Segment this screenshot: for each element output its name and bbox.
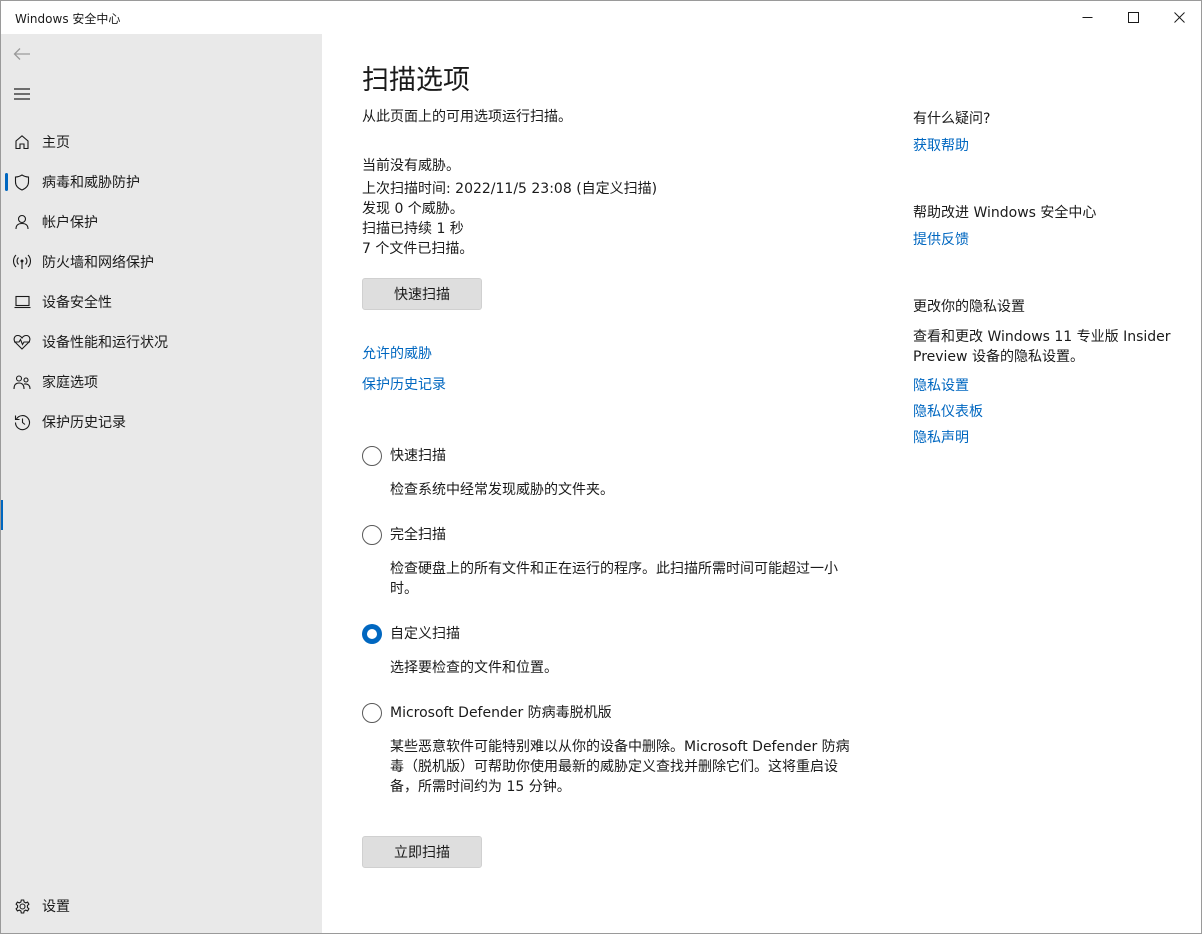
files-scanned-text: 7 个文件已扫描。 — [362, 241, 474, 257]
scan-status: 当前没有威胁。 上次扫描时间: 2022/11/5 23:08 (自定义扫描) … — [362, 156, 657, 259]
home-icon — [13, 133, 31, 151]
heart-pulse-icon — [13, 333, 31, 351]
sidebar-item-label: 帐户保护 — [42, 215, 98, 231]
scan-duration-text: 扫描已持续 1 秒 — [362, 221, 464, 237]
sidebar-item-account-protection[interactable]: 帐户保护 — [1, 202, 322, 242]
option-description: 检查系统中经常发现威胁的文件夹。 — [390, 482, 614, 498]
history-icon — [13, 413, 31, 431]
sidebar-item-firewall[interactable]: 防火墙和网络保护 — [1, 242, 322, 282]
back-arrow-icon — [13, 48, 30, 60]
close-button[interactable] — [1156, 1, 1202, 34]
quick-scan-button[interactable]: 快速扫描 — [362, 278, 482, 310]
laptop-icon — [13, 293, 31, 311]
hamburger-icon — [14, 88, 30, 100]
gear-icon — [13, 897, 31, 915]
allowed-threats-link[interactable]: 允许的威胁 — [362, 343, 432, 363]
right-panel: 有什么疑问? 获取帮助 帮助改进 Windows 安全中心 提供反馈 更改你的隐… — [913, 34, 1193, 933]
option-description: 某些恶意软件可能特别难以从你的设备中删除。Microsoft Defender … — [390, 739, 850, 795]
sidebar-item-family-options[interactable]: 家庭选项 — [1, 362, 322, 402]
radio-button[interactable] — [362, 446, 382, 466]
wireless-icon — [13, 253, 31, 271]
protection-history-link[interactable]: 保护历史记录 — [362, 374, 446, 394]
option-title: 快速扫描 — [390, 448, 446, 464]
family-icon — [13, 373, 31, 391]
maximize-icon — [1127, 12, 1139, 23]
no-threats-text: 当前没有威胁。 — [362, 158, 460, 174]
sidebar-item-home[interactable]: 主页 — [1, 122, 322, 162]
privacy-dashboard-link[interactable]: 隐私仪表板 — [913, 401, 983, 421]
sidebar-item-label: 病毒和威胁防护 — [42, 175, 140, 191]
radio-button-selected[interactable] — [362, 624, 382, 644]
minimize-button[interactable] — [1064, 1, 1110, 34]
back-button[interactable] — [9, 42, 35, 66]
window-title: Windows 安全中心 — [15, 12, 121, 26]
sidebar-item-protection-history[interactable]: 保护历史记录 — [1, 402, 322, 442]
page-subtitle: 从此页面上的可用选项运行扫描。 — [362, 109, 572, 125]
settings-label: 设置 — [42, 899, 70, 915]
sidebar-item-label: 主页 — [42, 135, 70, 151]
feedback-link[interactable]: 提供反馈 — [913, 229, 969, 249]
privacy-description: 查看和更改 Windows 11 专业版 Insider Preview 设备的… — [913, 329, 1171, 365]
page-title: 扫描选项 — [362, 65, 470, 96]
radio-button[interactable] — [362, 703, 382, 723]
sidebar-item-settings[interactable]: 设置 — [1, 886, 322, 926]
sidebar-item-label: 防火墙和网络保护 — [42, 255, 154, 271]
option-title: Microsoft Defender 防病毒脱机版 — [390, 705, 612, 721]
get-help-link[interactable]: 获取帮助 — [913, 135, 969, 155]
sidebar-item-label: 设备性能和运行状况 — [42, 335, 168, 351]
privacy-heading: 更改你的隐私设置 — [913, 299, 1025, 315]
option-description: 选择要检查的文件和位置。 — [390, 660, 558, 676]
person-icon — [13, 213, 31, 231]
app-window: Windows 安全中心 主页 病毒和威胁防护 帐户保护 防火墙和网络保护 设备… — [0, 0, 1202, 934]
sidebar-item-virus-protection[interactable]: 病毒和威胁防护 — [1, 162, 322, 202]
sidebar-nav: 主页 病毒和威胁防护 帐户保护 防火墙和网络保护 设备安全性 设备性能和运行状况 — [1, 122, 322, 442]
main-content: 扫描选项 从此页面上的可用选项运行扫描。 当前没有威胁。 上次扫描时间: 202… — [322, 34, 882, 933]
option-title: 自定义扫描 — [390, 626, 460, 642]
privacy-settings-link[interactable]: 隐私设置 — [913, 375, 969, 395]
close-icon — [1173, 12, 1185, 23]
sidebar: 主页 病毒和威胁防护 帐户保护 防火墙和网络保护 设备安全性 设备性能和运行状况 — [1, 34, 322, 933]
minimize-icon — [1082, 17, 1092, 18]
last-scan-text: 上次扫描时间: 2022/11/5 23:08 (自定义扫描) — [362, 181, 658, 197]
radio-button[interactable] — [362, 525, 382, 545]
shield-icon — [13, 173, 31, 191]
maximize-button[interactable] — [1110, 1, 1156, 34]
option-description: 检查硬盘上的所有文件和正在运行的程序。此扫描所需时间可能超过一小时。 — [390, 561, 838, 597]
privacy-statement-link[interactable]: 隐私声明 — [913, 427, 969, 447]
sidebar-item-label: 保护历史记录 — [42, 415, 126, 431]
sidebar-item-label: 设备安全性 — [42, 295, 112, 311]
menu-button[interactable] — [9, 82, 35, 106]
improve-heading: 帮助改进 Windows 安全中心 — [913, 205, 1097, 221]
scan-now-button[interactable]: 立即扫描 — [362, 836, 482, 868]
title-bar: Windows 安全中心 — [1, 1, 1201, 34]
sidebar-item-device-performance[interactable]: 设备性能和运行状况 — [1, 322, 322, 362]
question-heading: 有什么疑问? — [913, 111, 991, 127]
sidebar-item-label: 家庭选项 — [42, 375, 98, 391]
option-title: 完全扫描 — [390, 527, 446, 543]
sidebar-item-device-security[interactable]: 设备安全性 — [1, 282, 322, 322]
scroll-indicator — [1, 500, 3, 530]
threats-found-text: 发现 0 个威胁。 — [362, 201, 464, 217]
